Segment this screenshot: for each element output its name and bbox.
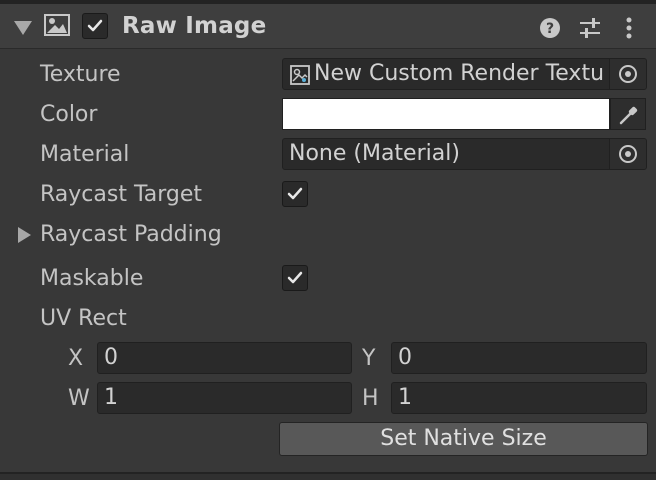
- uv-x-label[interactable]: X: [68, 346, 83, 371]
- uv-x-value: 0: [104, 345, 118, 370]
- color-label: Color: [40, 102, 98, 127]
- texture-field[interactable]: New Custom Render Textu: [282, 58, 647, 90]
- eyedropper-button[interactable]: [610, 98, 646, 130]
- raycast-padding-foldout[interactable]: Raycast Padding: [40, 222, 222, 247]
- material-field[interactable]: None (Material): [282, 138, 647, 170]
- component-title: Raw Image: [122, 13, 267, 39]
- next-component-strip: [0, 474, 656, 480]
- uv-rect-label: UV Rect: [40, 306, 127, 331]
- component-enabled-checkbox[interactable]: [82, 13, 108, 39]
- uv-w-label[interactable]: W: [68, 386, 90, 411]
- texture-label: Texture: [40, 62, 121, 87]
- triangle-down-icon[interactable]: [14, 21, 32, 35]
- help-icon[interactable]: ?: [539, 17, 561, 39]
- uv-h-value: 1: [398, 385, 412, 410]
- color-swatch[interactable]: [282, 98, 610, 130]
- eyedropper-icon: [619, 106, 638, 125]
- material-value: None (Material): [289, 141, 460, 166]
- triangle-right-icon[interactable]: [18, 227, 31, 243]
- kebab-menu-icon[interactable]: [624, 17, 634, 39]
- set-native-size-button[interactable]: Set Native Size: [279, 422, 648, 456]
- component-header[interactable]: Raw Image ?: [0, 4, 656, 49]
- material-label: Material: [40, 142, 130, 167]
- render-texture-icon: [290, 65, 310, 85]
- maskable-checkbox[interactable]: [282, 265, 308, 291]
- uv-y-value: 0: [398, 345, 412, 370]
- uv-h-label[interactable]: H: [362, 386, 379, 411]
- checkmark-icon: [287, 271, 303, 284]
- uv-w-field[interactable]: 1: [97, 382, 352, 414]
- inspector-panel: Raw Image ? Texture New Custom Render Te…: [0, 0, 656, 480]
- maskable-label: Maskable: [40, 266, 144, 291]
- uv-y-label[interactable]: Y: [362, 346, 375, 371]
- texture-value: New Custom Render Textu: [314, 61, 605, 86]
- checkmark-icon: [87, 19, 103, 32]
- image-icon: [44, 14, 70, 36]
- svg-text:?: ?: [546, 21, 554, 37]
- uv-h-field[interactable]: 1: [391, 382, 647, 414]
- raycast-target-label: Raycast Target: [40, 182, 203, 207]
- material-object-picker[interactable]: [609, 139, 646, 169]
- uv-w-value: 1: [104, 385, 118, 410]
- uv-y-field[interactable]: 0: [391, 342, 647, 374]
- uv-x-field[interactable]: 0: [97, 342, 352, 374]
- raycast-target-checkbox[interactable]: [282, 181, 308, 207]
- texture-object-picker[interactable]: [609, 59, 646, 89]
- sliders-icon[interactable]: [578, 17, 602, 39]
- checkmark-icon: [287, 187, 303, 200]
